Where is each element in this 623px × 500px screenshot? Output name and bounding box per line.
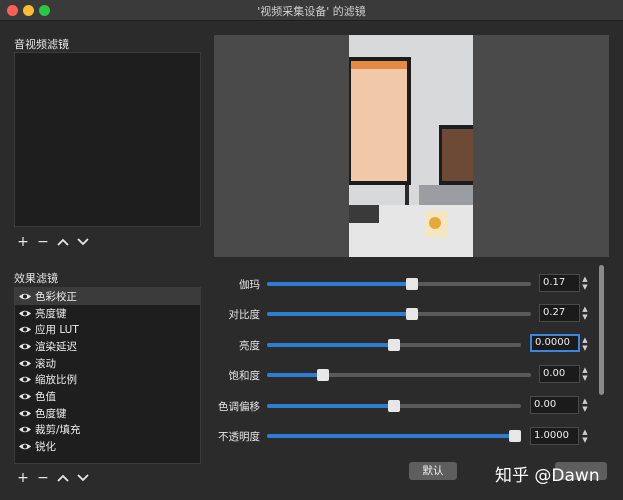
filter-item-chroma-key[interactable]: 色度键 xyxy=(15,405,200,422)
properties-scrollbar[interactable] xyxy=(599,265,604,395)
saturation-slider-fill xyxy=(267,373,323,377)
filter-item-luma-key[interactable]: 亮度键 xyxy=(15,305,200,322)
chevron-up-icon xyxy=(57,238,69,246)
brightness-slider-thumb[interactable] xyxy=(388,339,400,351)
filter-item-label: 亮度键 xyxy=(35,307,67,320)
hue-shift-label: 色调偏移 xyxy=(218,401,260,413)
window-title: '视频采集设备' 的滤镜 xyxy=(257,5,366,18)
contrast-stepper[interactable]: ▲ ▼ xyxy=(580,304,590,322)
opacity-slider-fill xyxy=(267,434,515,438)
contrast-slider-fill xyxy=(267,312,412,316)
hue-shift-slider-thumb[interactable] xyxy=(388,400,400,412)
visibility-eye-icon[interactable] xyxy=(18,425,32,434)
add-filter-button[interactable]: + xyxy=(16,234,30,250)
add-filter-button[interactable]: + xyxy=(16,470,30,486)
filter-item-crop-pad[interactable]: 裁剪/填充 xyxy=(15,422,200,439)
chevron-up-icon xyxy=(57,474,69,482)
visibility-eye-icon[interactable] xyxy=(18,442,32,451)
hue-shift-slider[interactable] xyxy=(267,400,521,412)
remove-filter-button[interactable]: − xyxy=(36,470,50,486)
filter-item-label: 应用 LUT xyxy=(35,324,79,337)
filter-item-label: 色彩校正 xyxy=(35,290,77,303)
visibility-eye-icon[interactable] xyxy=(18,292,32,301)
filter-item-color-key[interactable]: 色值 xyxy=(15,388,200,405)
filter-item-label: 裁剪/填充 xyxy=(35,424,81,437)
audio-video-filters-label: 音视频滤镜 xyxy=(14,38,69,51)
contrast-value-field[interactable]: 0.27 xyxy=(539,304,580,322)
hue-shift-value-field[interactable]: 0.00 xyxy=(530,396,579,414)
audio-video-filter-list[interactable] xyxy=(14,52,201,227)
opacity-stepper[interactable]: ▲ ▼ xyxy=(580,427,590,445)
filter-item-color-correction[interactable]: 色彩校正 xyxy=(15,288,200,305)
title-bar: '视频采集设备' 的滤镜 xyxy=(0,0,623,21)
audio-video-filter-toolbar: + − xyxy=(16,234,90,250)
gamma-value-field[interactable]: 0.17 xyxy=(539,274,580,292)
filter-item-scaling[interactable]: 缩放比例 xyxy=(15,371,200,388)
opacity-label: 不透明度 xyxy=(218,431,260,443)
filter-item-label: 锐化 xyxy=(35,441,56,454)
filter-item-render-delay[interactable]: 渲染延迟 xyxy=(15,338,200,355)
saturation-value-field[interactable]: 0.00 xyxy=(539,365,580,383)
opacity-slider[interactable] xyxy=(267,430,521,442)
visibility-eye-icon[interactable] xyxy=(18,409,32,418)
move-down-button[interactable] xyxy=(76,235,90,249)
defaults-button[interactable]: 默认 xyxy=(409,462,457,480)
contrast-slider[interactable] xyxy=(267,308,531,320)
filter-item-label: 滚动 xyxy=(35,357,56,370)
saturation-slider[interactable] xyxy=(267,369,531,381)
filter-item-apply-lut[interactable]: 应用 LUT xyxy=(15,321,200,338)
watermark-text: 知乎 @Dawn xyxy=(495,466,600,486)
source-preview xyxy=(214,35,609,257)
visibility-eye-icon[interactable] xyxy=(18,309,32,318)
visibility-eye-icon[interactable] xyxy=(18,359,32,368)
chevron-down-icon xyxy=(77,474,89,482)
contrast-label: 对比度 xyxy=(228,309,261,321)
filter-item-label: 色度键 xyxy=(35,407,67,420)
filter-item-label: 缩放比例 xyxy=(35,374,77,387)
filter-item-scroll[interactable]: 滚动 xyxy=(15,355,200,372)
visibility-eye-icon[interactable] xyxy=(18,375,32,384)
visibility-eye-icon[interactable] xyxy=(18,325,32,334)
filter-item-label: 色值 xyxy=(35,390,56,403)
saturation-stepper[interactable]: ▲ ▼ xyxy=(580,365,590,383)
saturation-slider-thumb[interactable] xyxy=(317,369,329,381)
hue-shift-slider-fill xyxy=(267,404,394,408)
opacity-value-field[interactable]: 1.0000 xyxy=(530,427,579,445)
brightness-slider-fill xyxy=(267,343,394,347)
effect-filters-label: 效果滤镜 xyxy=(14,272,58,285)
remove-filter-button[interactable]: − xyxy=(36,234,50,250)
move-up-button[interactable] xyxy=(56,471,70,485)
opacity-slider-thumb[interactable] xyxy=(509,430,521,442)
brightness-stepper[interactable]: ▲ ▼ xyxy=(580,335,590,353)
brightness-value-field[interactable]: 0.0000 xyxy=(530,334,580,352)
saturation-label: 饱和度 xyxy=(228,370,261,382)
effect-filter-toolbar: + − xyxy=(16,470,90,486)
filter-item-sharpen[interactable]: 锐化 xyxy=(15,438,200,455)
brightness-label: 亮度 xyxy=(239,340,260,352)
gamma-slider-fill xyxy=(267,282,412,286)
filter-item-label: 渲染延迟 xyxy=(35,340,77,353)
move-up-button[interactable] xyxy=(56,235,70,249)
gamma-slider[interactable] xyxy=(267,278,531,290)
gamma-stepper[interactable]: ▲ ▼ xyxy=(580,274,590,292)
move-down-button[interactable] xyxy=(76,471,90,485)
effect-filter-list[interactable]: 色彩校正 亮度键 应用 LUT 渲染延迟 滚动 缩放比例 色值 色度键 裁剪/填… xyxy=(14,287,201,464)
contrast-slider-thumb[interactable] xyxy=(406,308,418,320)
visibility-eye-icon[interactable] xyxy=(18,392,32,401)
visibility-eye-icon[interactable] xyxy=(18,342,32,351)
gamma-slider-thumb[interactable] xyxy=(406,278,418,290)
brightness-slider[interactable] xyxy=(267,339,521,351)
gamma-label: 伽玛 xyxy=(239,279,260,291)
hue-shift-stepper[interactable]: ▲ ▼ xyxy=(580,396,590,414)
chevron-down-icon xyxy=(77,238,89,246)
camera-preview-image xyxy=(349,35,473,257)
